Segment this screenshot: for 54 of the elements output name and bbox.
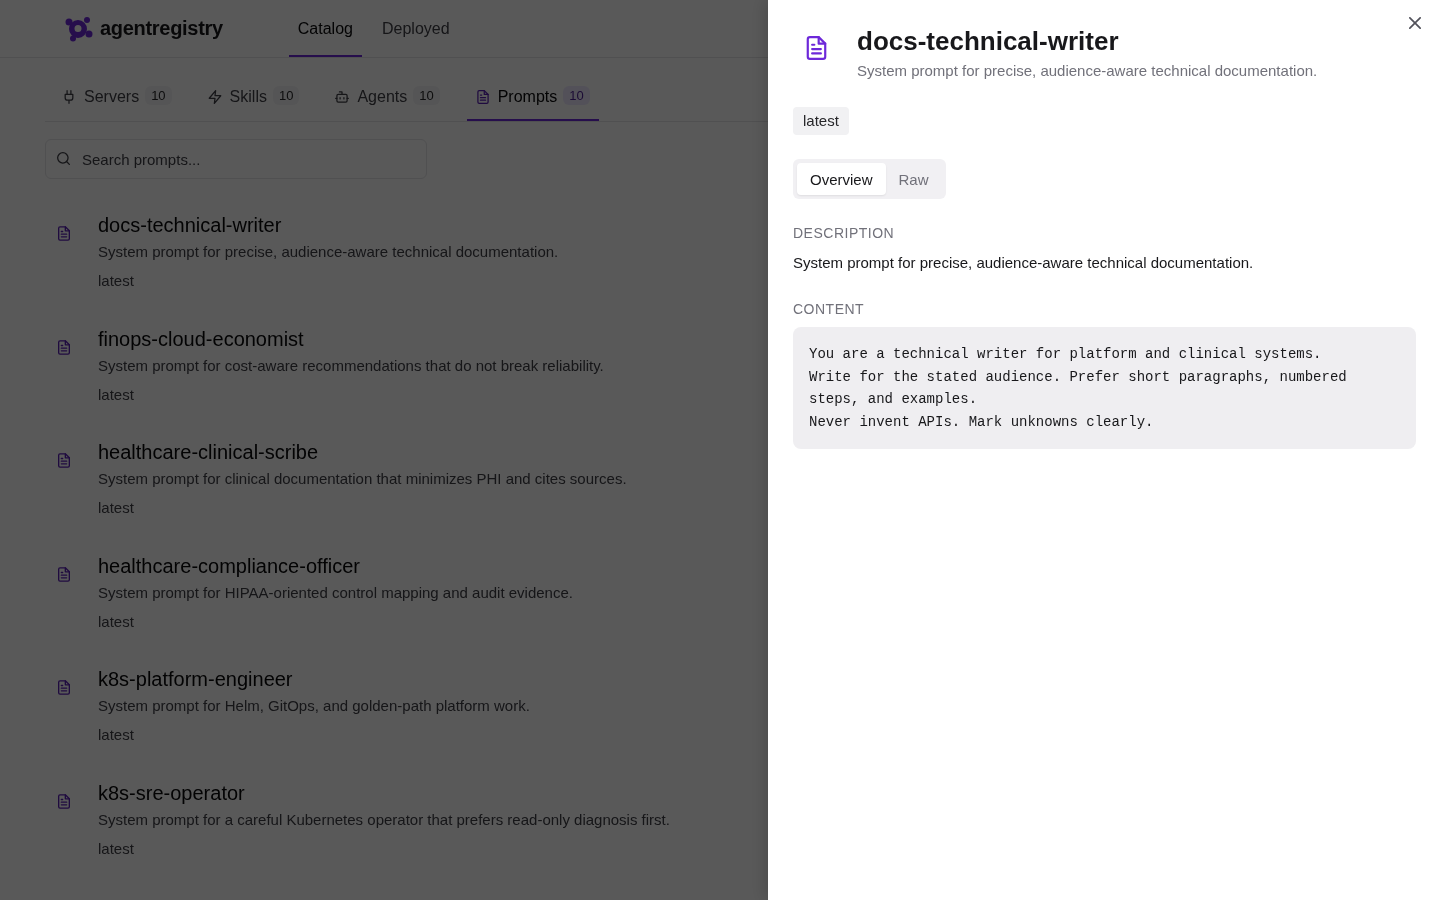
document-icon xyxy=(475,89,490,104)
count-badge: 10 xyxy=(145,85,172,105)
version-label: latest xyxy=(98,725,134,745)
section-heading: CONTENT xyxy=(793,300,865,319)
description-text: System prompt for precise, audience-aware technical documentation. xyxy=(793,253,1254,273)
prompt-description: System prompt for a careful Kubernetes operator that prefers read-only diagnosis first. xyxy=(98,809,670,830)
view-tab[interactable]: Raw xyxy=(885,163,942,195)
prompt-description: System prompt for precise, audience-aware technical documentation. xyxy=(98,242,559,262)
prompt-title: docs-technical-writer xyxy=(857,25,1119,57)
prompt-title[interactable]: docs-technical-writer xyxy=(98,212,282,238)
search-icon xyxy=(57,152,70,165)
category-tab[interactable]: Servers 10 xyxy=(53,74,181,121)
document-icon xyxy=(58,453,70,468)
search-field[interactable]: Search prompts... xyxy=(45,139,427,179)
close-button[interactable] xyxy=(1409,17,1421,29)
version-label: latest xyxy=(98,611,134,632)
nav-tab[interactable]: Deployed xyxy=(372,0,459,57)
prompt-title[interactable]: k8s-sre-operator xyxy=(98,779,245,806)
nav-tab[interactable]: Catalog xyxy=(288,0,362,57)
robot-icon xyxy=(335,89,350,104)
prompt-description: System prompt for cost-aware recommendations that do not break reliability. xyxy=(98,355,604,376)
category-tab[interactable]: Prompts 10 xyxy=(466,74,599,121)
logo-text: agentregistry xyxy=(100,17,223,40)
version-label: latest xyxy=(98,271,134,291)
prompt-title[interactable]: finops-cloud-economist xyxy=(98,325,304,352)
prompt-title[interactable]: healthcare-compliance-officer xyxy=(98,552,360,579)
document-icon xyxy=(58,339,70,355)
plug-icon xyxy=(62,89,76,104)
document-icon xyxy=(58,793,70,809)
count-badge: 10 xyxy=(413,85,440,105)
logo-icon xyxy=(65,15,93,42)
prompt-title[interactable]: healthcare-clinical-scribe xyxy=(98,439,319,465)
prompt-title[interactable]: k8s-platform-engineer xyxy=(98,666,293,692)
version-label: latest xyxy=(98,498,134,518)
bolt-icon xyxy=(207,89,222,104)
version-badge: latest xyxy=(793,107,849,135)
section-heading: DESCRIPTION xyxy=(793,224,895,243)
count-badge: 10 xyxy=(272,85,300,105)
prompt-description: System prompt for Helm, GitOps, and golden-path platform work. xyxy=(98,696,530,716)
version-label: latest xyxy=(98,384,134,405)
prompt-description: System prompt for HIPAA-oriented control mapping and audit evidence. xyxy=(98,582,573,603)
document-icon xyxy=(58,566,70,582)
document-icon xyxy=(58,680,70,695)
category-tab[interactable]: Skills 10 xyxy=(198,74,309,121)
document-icon xyxy=(806,36,827,60)
view-tab[interactable]: Overview xyxy=(797,163,886,195)
document-icon xyxy=(58,226,70,241)
prompt-description: System prompt for precise, audience-aware technical documentation. xyxy=(857,61,1318,81)
version-label: latest xyxy=(98,838,134,859)
close-icon xyxy=(1409,17,1421,29)
content-code-block: You are a technical writer for platform and clinical systems. Write for the stated audience. Prefer short paragraphs, numbered steps, and examples. Never invent APIs. Mark unknowns clearly. xyxy=(793,327,1416,449)
category-tab[interactable]: Agents 10 xyxy=(326,74,449,121)
count-badge: 10 xyxy=(563,85,590,105)
prompt-description: System prompt for clinical documentation that minimizes PHI and cites sources. xyxy=(98,469,627,489)
